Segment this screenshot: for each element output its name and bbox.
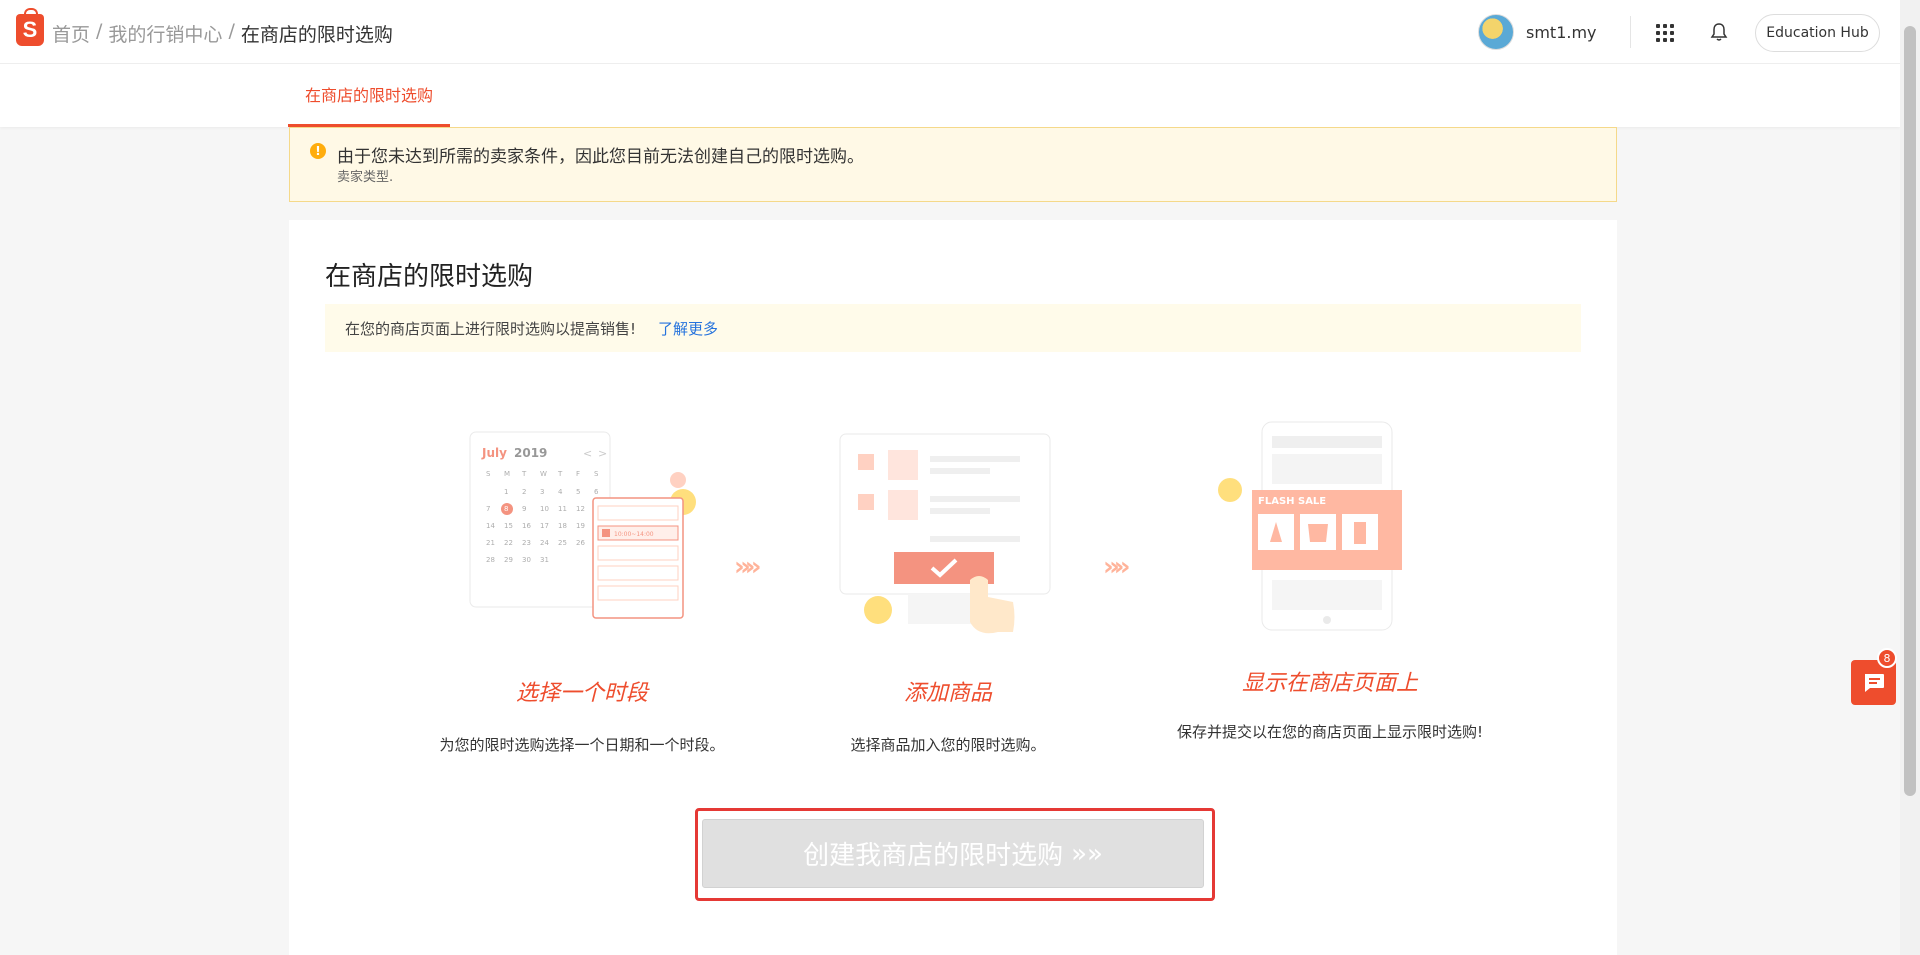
tab-shop-flash-sale[interactable]: 在商店的限时选购 — [288, 64, 450, 127]
calendar-day: 28 — [486, 556, 495, 564]
calendar-day: 2 — [522, 488, 526, 496]
step-desc: 选择商品加入您的限时选购。 — [850, 736, 1046, 754]
step-display-shop-desc: 保存并提交以在您的商店页面上显示限时选购! — [1166, 720, 1494, 744]
calendar-day: 7 — [486, 505, 490, 513]
step-add-products-desc: 选择商品加入您的限时选购。 — [820, 733, 1076, 757]
calendar-day: 14 — [486, 522, 495, 530]
apps-grid-icon[interactable] — [1656, 24, 1674, 42]
calendar-day: 21 — [486, 539, 495, 547]
chat-unread-badge: 8 — [1877, 648, 1897, 668]
bell-icon[interactable] — [1710, 22, 1728, 42]
breadcrumb-separator: / — [96, 20, 103, 42]
calendar-day: 8 — [504, 505, 508, 513]
calendar-month: July — [481, 446, 507, 460]
calendar-day: 31 — [540, 556, 549, 564]
alert-title: 由于您未达到所需的卖家条件，因此您目前无法创建自己的限时选购。 — [337, 147, 864, 167]
calendar-day: 1 — [504, 488, 508, 496]
tab-bar: 在商店的限时选购 — [0, 64, 1900, 127]
calendar-day: 9 — [522, 505, 526, 513]
calendar-day: 16 — [522, 522, 531, 530]
breadcrumb-current: 在商店的限时选购 — [240, 24, 393, 46]
chevrons-right-icon: »» — [1071, 838, 1103, 869]
add-products-illustration-icon — [839, 433, 1051, 634]
breadcrumb-home[interactable]: 首页 — [52, 20, 90, 47]
create-flash-sale-button[interactable]: 创建我商店的限时选购 »» — [702, 819, 1204, 888]
calendar-year: 2019 — [514, 446, 547, 460]
calendar-weekday: T — [557, 470, 563, 478]
shopee-logo-icon[interactable]: S — [16, 8, 44, 46]
calendar-weekday: S — [486, 470, 491, 478]
calendar-weekday: W — [540, 470, 547, 478]
chat-icon — [1864, 673, 1884, 692]
warning-icon: ! — [310, 143, 326, 159]
step-title: 选择一个时段 — [515, 681, 648, 706]
svg-text:<: < — [583, 447, 592, 460]
calendar-day: 5 — [576, 488, 580, 496]
calendar-weekday: F — [576, 470, 580, 478]
username[interactable]: smt1.my — [1526, 23, 1597, 42]
scrollbar-thumb[interactable] — [1904, 26, 1916, 796]
user-menu[interactable]: smt1.my — [1478, 14, 1597, 50]
calendar-day: 10 — [540, 505, 549, 513]
alert-subtitle: 卖家类型. — [337, 170, 394, 185]
calendar-day: 18 — [558, 522, 567, 530]
calendar-illustration-icon: July 2019 < > SMTWTFS1234567891011121314… — [469, 431, 696, 619]
create-flash-sale-label: 创建我商店的限时选购 — [803, 841, 1064, 871]
flash-sale-label: FLASH SALE — [1258, 496, 1326, 507]
education-hub-button[interactable]: Education Hub — [1755, 14, 1880, 52]
step-title: 添加商品 — [903, 681, 992, 706]
calendar-day: 12 — [576, 505, 585, 513]
step-desc: 为您的限时选购选择一个日期和一个时段。 — [439, 736, 725, 754]
calendar-day: 30 — [522, 556, 531, 564]
promo-text: 在您的商店页面上进行限时选购以提高销售! — [345, 319, 637, 338]
calendar-day: 24 — [540, 539, 549, 547]
header-divider — [1630, 16, 1631, 48]
step-arrow-icon: »» — [1103, 552, 1130, 582]
calendar-day: 4 — [558, 488, 563, 496]
calendar-day: 6 — [594, 488, 599, 496]
avatar[interactable] — [1478, 14, 1514, 50]
calendar-day: 3 — [540, 488, 544, 496]
calendar-weekday: S — [594, 470, 599, 478]
shop-page-illustration-icon: FLASH SALE — [1218, 421, 1402, 631]
step-title: 显示在商店页面上 — [1241, 671, 1418, 696]
top-header: S 首页 / 我的行销中心 / 在商店的限时选购 smt1.my Educati… — [0, 0, 1900, 64]
page-title: 在商店的限时选购 — [325, 262, 534, 292]
calendar-day: 17 — [540, 522, 549, 530]
step-desc: 保存并提交以在您的商店页面上显示限时选购! — [1176, 723, 1483, 741]
calendar-weekday: M — [504, 470, 510, 478]
step-display-shop: 显示在商店页面上 — [1200, 665, 1460, 697]
calendar-day: 15 — [504, 522, 513, 530]
step-add-products: 添加商品 — [838, 675, 1058, 707]
calendar-day: 29 — [504, 556, 513, 564]
svg-text:>: > — [598, 447, 607, 460]
eligibility-alert: ! 由于您未达到所需的卖家条件，因此您目前无法创建自己的限时选购。 卖家类型. — [289, 127, 1617, 202]
calendar-day: 25 — [558, 539, 567, 547]
promo-banner: 在您的商店页面上进行限时选购以提高销售! 了解更多 — [325, 304, 1581, 352]
breadcrumb-separator: / — [228, 20, 235, 42]
breadcrumb: 首页 / 我的行销中心 / 在商店的限时选购 — [52, 20, 393, 47]
breadcrumb-marketing-centre[interactable]: 我的行销中心 — [108, 20, 222, 47]
calendar-day: 26 — [576, 539, 585, 547]
calendar-day: 23 — [522, 539, 531, 547]
calendar-day: 19 — [576, 522, 585, 530]
learn-more-link[interactable]: 了解更多 — [658, 318, 718, 339]
calendar-weekday: T — [521, 470, 527, 478]
calendar-day: 22 — [504, 539, 513, 547]
step-select-timeslot: 选择一个时段 — [468, 675, 696, 707]
step-select-timeslot-desc: 为您的限时选购选择一个日期和一个时段。 — [408, 733, 756, 757]
time-slot-label: 10:00~14:00 — [614, 531, 654, 538]
step-arrow-icon: »» — [734, 552, 761, 582]
calendar-day: 11 — [558, 505, 567, 513]
